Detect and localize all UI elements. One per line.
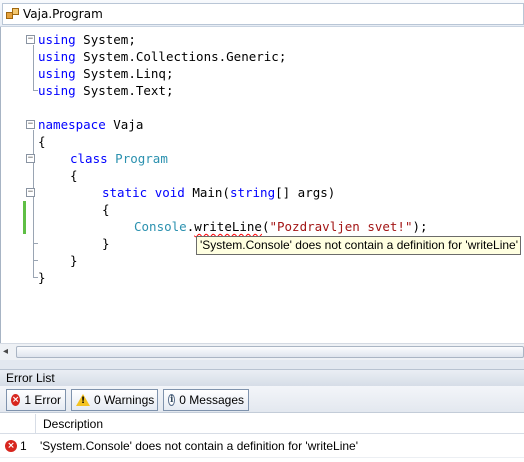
code-line: { (70, 168, 78, 183)
code-line: { (38, 134, 46, 149)
horizontal-scrollbar[interactable]: ◂ (0, 343, 524, 360)
error-list-toolbar: × 1 Error ! 0 Warnings i 0 Messages (0, 386, 524, 413)
code-line: using System.Linq; (38, 66, 174, 81)
navigation-bar: Vaja.Program (0, 0, 524, 27)
outline-end-tick (33, 260, 38, 261)
code-line: namespace Vaja (38, 117, 144, 132)
change-indicator (23, 201, 26, 234)
error-squiggle: writeLine (194, 219, 262, 234)
code-line: static void Main(string[] args) (102, 185, 336, 200)
error-icon: × (11, 394, 21, 406)
column-separator[interactable] (35, 414, 36, 434)
error-list-column-header: Description (0, 414, 524, 434)
error-description: 'System.Console' does not contain a defi… (40, 439, 359, 453)
list-bottom (0, 457, 524, 462)
error-tooltip: 'System.Console' does not contain a defi… (196, 236, 521, 255)
code-line: using System; (38, 32, 136, 47)
class-dropdown[interactable]: Vaja.Program (2, 3, 524, 25)
outline-guide (33, 198, 34, 243)
errors-filter-button[interactable]: × 1 Error (6, 389, 66, 411)
code-line: using System.Text; (38, 83, 174, 98)
code-line: } (102, 236, 110, 251)
collapse-toggle-icon[interactable]: − (26, 188, 35, 197)
code-line: using System.Collections.Generic; (38, 49, 287, 64)
class-icon (6, 7, 20, 21)
scroll-left-icon[interactable]: ◂ (3, 346, 14, 358)
code-line: class Program (70, 151, 168, 166)
info-icon: i (168, 394, 176, 406)
warning-icon: ! (76, 394, 90, 406)
outline-end-tick (33, 243, 38, 244)
scrollbar-thumb[interactable] (16, 346, 524, 358)
errors-filter-label: 1 Error (24, 393, 61, 407)
panel-splitter[interactable] (0, 360, 524, 369)
outline-guide (33, 45, 34, 90)
warnings-filter-label: 0 Warnings (94, 393, 155, 407)
description-column-header[interactable]: Description (43, 414, 103, 434)
error-list-title: Error List (0, 369, 524, 386)
messages-filter-button[interactable]: i 0 Messages (163, 389, 249, 411)
error-number: 1 (20, 439, 27, 453)
collapse-toggle-icon[interactable]: − (26, 120, 35, 129)
code-editor[interactable]: − − − − using System; using System.Colle… (0, 27, 524, 343)
code-line: } (38, 270, 46, 285)
collapse-toggle-icon[interactable]: − (26, 154, 35, 163)
error-icon: × (5, 440, 17, 452)
code-line: { (102, 202, 110, 217)
collapse-toggle-icon[interactable]: − (26, 35, 35, 44)
selected-class-label: Vaja.Program (23, 7, 103, 21)
code-line: } (70, 253, 78, 268)
code-line: Console.writeLine("Pozdravljen svet!"); (134, 219, 428, 234)
messages-filter-label: 0 Messages (179, 393, 244, 407)
warnings-filter-button[interactable]: ! 0 Warnings (71, 389, 158, 411)
table-row[interactable]: × 1 'System.Console' does not contain a … (0, 435, 524, 457)
